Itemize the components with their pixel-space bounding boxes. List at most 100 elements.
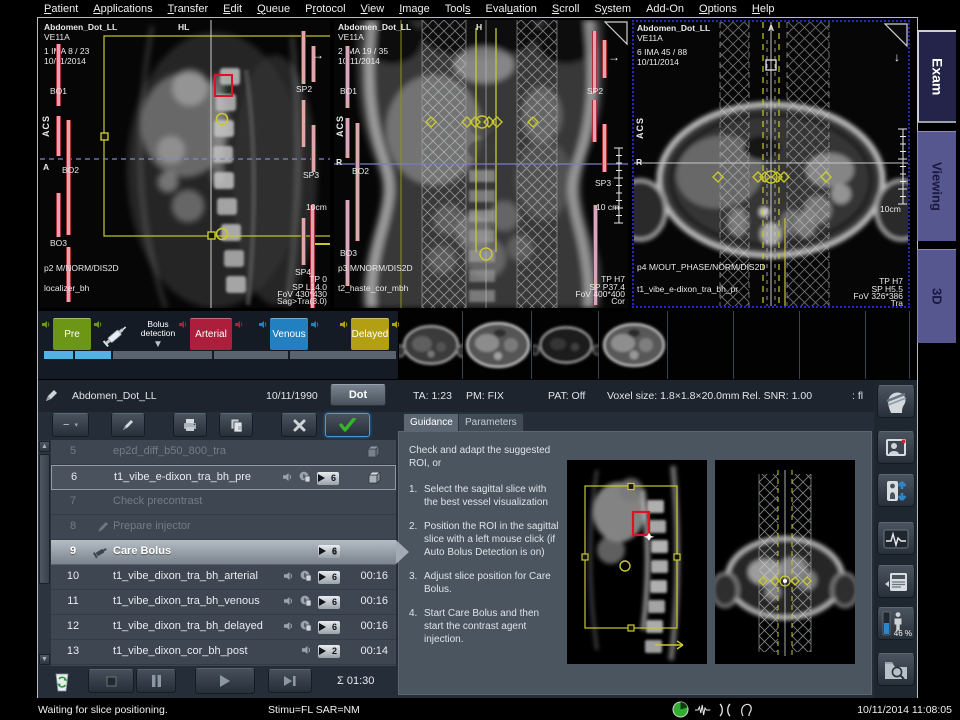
queue-row-9[interactable]: 9Care Bolus6: [51, 540, 396, 565]
head-coil-button[interactable]: [877, 385, 915, 418]
menu-evaluation[interactable]: Evaluation: [485, 3, 536, 15]
dot-button[interactable]: Dot: [330, 384, 386, 406]
vp3-ruler-label: 10cm: [880, 205, 901, 215]
browse-button[interactable]: [877, 653, 915, 686]
tab-3d[interactable]: 3D: [917, 249, 956, 343]
phase-label: Delayed: [352, 329, 389, 340]
edit-protocol-button[interactable]: [111, 413, 145, 437]
physio-status-icon: [694, 703, 712, 717]
pause-button[interactable]: [136, 669, 176, 693]
viewport-coronal[interactable]: Abdomen_Dot_LL VE11A 2 IMA 19 / 35 10/11…: [334, 20, 628, 308]
header-ta: TA: 1:23: [413, 390, 452, 402]
menu-transfer[interactable]: Transfer: [168, 3, 209, 15]
sar-monitor-button[interactable]: 46 %: [877, 607, 915, 640]
sat-band: [301, 31, 306, 84]
menu-system[interactable]: System: [594, 3, 631, 15]
queue-row-11[interactable]: 11t1_vibe_dixon_tra_bh_venous600:16: [51, 590, 396, 615]
queue-row-7[interactable]: 7Check precontrast: [51, 490, 396, 515]
bolus-arrow-icon: ▼: [153, 339, 163, 350]
menu-add-on[interactable]: Add-On: [646, 3, 684, 15]
phase-delayed-button[interactable]: Delayed: [351, 318, 389, 350]
speaker-icon: [235, 316, 243, 324]
stack-scroll-arrow[interactable]: ↓: [894, 50, 900, 64]
thumbnail-axial[interactable]: [533, 311, 599, 379]
viewport-axial-selected[interactable]: Abdomen_Dot_LL VE11A 6 IMA 45 / 88 10/11…: [632, 20, 910, 308]
sat-label: BO2: [352, 166, 369, 176]
thumbnail-axial[interactable]: [600, 311, 668, 379]
menu-image[interactable]: Image: [399, 3, 430, 15]
play-button[interactable]: [195, 668, 255, 694]
phase-pre-button[interactable]: Pre: [53, 318, 91, 350]
scroll-down-button[interactable]: ▼: [39, 654, 50, 665]
apply-button[interactable]: [325, 413, 370, 437]
menu-applications[interactable]: Applications: [93, 3, 152, 15]
edit-pencil-icon[interactable]: [44, 389, 58, 403]
cancel-button[interactable]: [281, 413, 317, 437]
queue-row-10[interactable]: 10t1_vibe_dixon_tra_bh_arterial600:16: [51, 565, 396, 590]
menu-options[interactable]: Options: [699, 3, 737, 15]
menu-bar: Patient Applications Transfer Edit Queue Prot…: [0, 0, 960, 17]
guidance-image-sagittal: [567, 460, 707, 664]
menu-tools[interactable]: Tools: [445, 3, 471, 15]
queue-row-12[interactable]: 12t1_vibe_dixon_tra_bh_delayed600:16: [51, 615, 396, 640]
tab-guidance-label: Guidance: [410, 417, 453, 428]
table-position-button[interactable]: [877, 474, 915, 507]
sat-band: [345, 46, 350, 108]
phase-arterial-button[interactable]: Arterial: [190, 318, 232, 350]
menu-scroll[interactable]: Scroll: [552, 3, 580, 15]
vp2-orient-side: R: [336, 158, 342, 168]
copy-button[interactable]: [219, 413, 253, 437]
phase-venous-button[interactable]: Venous: [270, 318, 308, 350]
speaker-icon: [42, 316, 50, 324]
print-button[interactable]: [173, 413, 207, 437]
tab-viewing[interactable]: Viewing: [917, 131, 956, 241]
trash-icon[interactable]: [52, 670, 72, 693]
thumbnail-empty: [801, 311, 866, 379]
sar-value: 46 %: [894, 629, 912, 638]
patient-head-icon: [738, 702, 754, 718]
menu-queue[interactable]: Queue: [257, 3, 290, 15]
scrollbar-thumb[interactable]: [39, 454, 50, 584]
step-text: Start Care Bolus and then start the cont…: [424, 607, 561, 646]
vp3-orient-top: A: [768, 24, 774, 34]
stepper-button[interactable]: −▾: [52, 413, 89, 437]
tab-exam[interactable]: Exam: [917, 30, 956, 123]
menu-help[interactable]: Help: [752, 3, 775, 15]
tab-parameters[interactable]: Parameters: [458, 413, 524, 431]
skip-button[interactable]: [268, 669, 312, 693]
tab-3d-label: 3D: [930, 288, 945, 305]
copy-reference-icon: [300, 620, 312, 634]
speaker-icon: [283, 472, 293, 485]
vp3-plane: Tra: [891, 299, 903, 308]
protocol-card-button[interactable]: [877, 565, 915, 598]
queue-row-5[interactable]: 5ep2d_diff_b50_800_tra: [51, 440, 396, 465]
menu-protocol[interactable]: Protocol: [305, 3, 345, 15]
thumbnail-axial[interactable]: [464, 311, 532, 379]
thumbnail-axial[interactable]: [399, 311, 463, 379]
patient-table-icon: [717, 702, 733, 718]
scroll-up-button[interactable]: ▲: [39, 441, 50, 452]
menu-patient[interactable]: Patient: [44, 3, 78, 15]
stack-scroll-arrow[interactable]: →: [312, 48, 324, 62]
cube-icon: [368, 472, 381, 487]
patient-view-button[interactable]: [877, 431, 915, 464]
sat-band: [602, 40, 607, 78]
speaker-icon: [94, 316, 102, 324]
queue-scrollbar[interactable]: ▲ ▼: [38, 440, 51, 666]
queue-row-label: t1_vibe_dixon_tra_bh_venous: [113, 595, 260, 607]
progress-segment-done: [44, 351, 73, 359]
menu-view[interactable]: View: [361, 3, 385, 15]
sat-label: BO3: [340, 248, 357, 258]
queue-row-6[interactable]: 6t1_vibe_e-dixon_tra_bh_pre6: [51, 465, 396, 490]
care-bolus-icon: [93, 545, 109, 562]
phase-label: Arterial: [195, 329, 227, 340]
queue-row-8[interactable]: 8Prepare injector: [51, 515, 396, 540]
tab-guidance[interactable]: Guidance: [403, 413, 460, 431]
queue-row-13[interactable]: 13t1_vibe_dixon_cor_bh_post200:14: [51, 640, 396, 665]
status-stimu: Stimu=FL SAR=NM: [268, 704, 360, 716]
menu-edit[interactable]: Edit: [223, 3, 242, 15]
stop-button[interactable]: [88, 669, 134, 693]
physio-signal-button[interactable]: [877, 522, 915, 555]
stack-scroll-arrow[interactable]: →: [608, 50, 620, 64]
viewport-sagittal[interactable]: Abdomen_Dot_LL VE11A 1 IMA 8 / 23 10/11/…: [40, 20, 330, 308]
